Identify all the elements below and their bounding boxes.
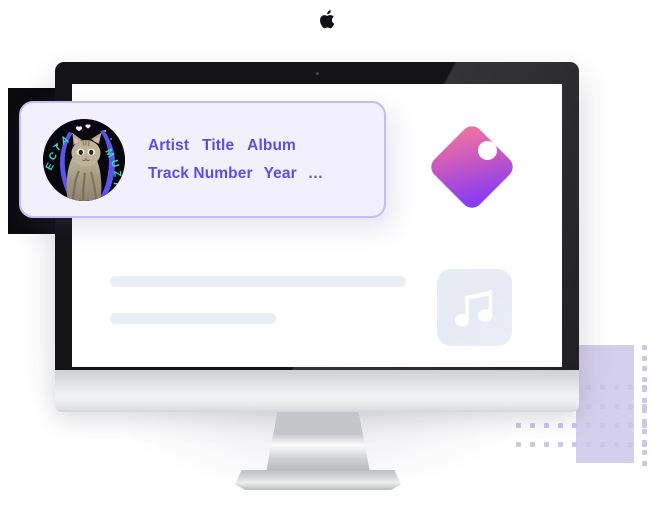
monitor-chin xyxy=(55,370,579,412)
tag-editor-card[interactable]: E C T A M U Z I C Artist Title Album Tra… xyxy=(19,101,386,218)
decorative-dot xyxy=(642,387,647,392)
decorative-dot xyxy=(558,442,563,447)
tag-field-title[interactable]: Title xyxy=(202,132,234,160)
decorative-dot xyxy=(642,404,647,409)
tag-field-year[interactable]: Year xyxy=(264,160,297,188)
decorative-dot xyxy=(544,442,549,447)
decorative-dot xyxy=(642,366,647,371)
tag-field-track-number[interactable]: Track Number xyxy=(148,160,253,188)
content-placeholder-short xyxy=(110,313,276,324)
decorative-dot xyxy=(530,442,535,447)
decorative-dot xyxy=(642,423,647,428)
tag-field-artist[interactable]: Artist xyxy=(148,132,189,160)
tag-field-row-2: Track Number Year … xyxy=(148,160,323,188)
decorative-dot xyxy=(544,423,549,428)
decorative-dot xyxy=(642,442,647,447)
music-note-icon xyxy=(454,290,493,327)
svg-text:Z: Z xyxy=(111,170,123,177)
svg-text:C: C xyxy=(107,190,120,200)
content-placeholder-long xyxy=(110,276,406,287)
music-note-tile xyxy=(437,269,512,346)
decorative-dot xyxy=(558,423,563,428)
apple-logo-icon xyxy=(319,10,334,29)
decorative-dot xyxy=(530,423,535,428)
decorative-dot xyxy=(642,408,647,413)
decorative-dot xyxy=(642,385,647,390)
decorative-dot xyxy=(642,397,647,403)
decorative-dot xyxy=(642,345,647,350)
tag-field-more-ellipsis[interactable]: … xyxy=(308,160,324,188)
decorative-dot xyxy=(642,439,647,445)
album-artwork-cat: E C T A M U Z I C xyxy=(43,118,125,201)
decorative-dot xyxy=(642,376,647,382)
decorative-dot xyxy=(642,450,647,455)
webcam-icon xyxy=(315,72,319,75)
monitor-stand-neck xyxy=(265,410,371,478)
decorative-dot xyxy=(642,355,647,361)
decorative-dot xyxy=(642,429,647,434)
decorative-lavender-rectangle xyxy=(576,345,634,463)
tag-field-row-1: Artist Title Album xyxy=(148,132,323,160)
decorative-dot xyxy=(642,460,647,466)
price-tag-icon xyxy=(417,112,527,222)
tag-field-list: Artist Title Album Track Number Year … xyxy=(148,132,323,188)
hero-illustration: E C T A M U Z I C Artist Title Album Tra… xyxy=(0,0,653,530)
decorative-dot xyxy=(642,418,647,424)
monitor-stand-foot xyxy=(235,470,401,490)
tag-field-album[interactable]: Album xyxy=(247,132,296,160)
